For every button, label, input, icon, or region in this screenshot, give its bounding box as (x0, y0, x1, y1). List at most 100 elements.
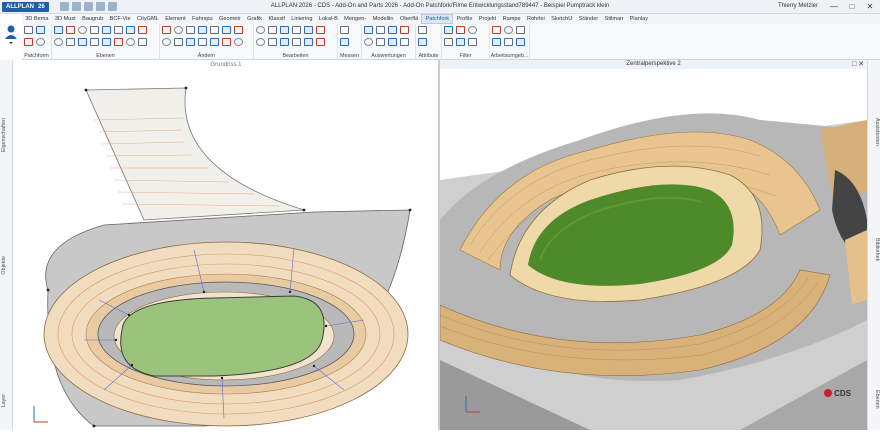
tool-button-icon[interactable] (468, 38, 477, 46)
tool-button-icon[interactable] (126, 38, 135, 46)
tool-button-icon[interactable] (102, 26, 111, 34)
tool-button-icon[interactable] (256, 26, 265, 34)
tool-button-icon[interactable] (376, 26, 385, 34)
levels-panel-tab[interactable]: Ebenen (869, 390, 880, 409)
ribbon-tab[interactable]: Lokal-B (316, 14, 341, 24)
tool-button-icon[interactable] (24, 38, 33, 46)
tool-button-icon[interactable] (54, 38, 63, 46)
ribbon-tab[interactable]: Mengen- (341, 14, 369, 24)
close-viewport-icon[interactable]: ✕ (858, 61, 864, 68)
tool-button-icon[interactable] (162, 38, 171, 46)
ribbon-tab[interactable]: Patchfork (421, 14, 454, 24)
tool-button-icon[interactable] (504, 38, 513, 46)
tool-button-icon[interactable] (66, 38, 75, 46)
ribbon-tab[interactable]: Oberflä (397, 14, 422, 24)
tool-button-icon[interactable] (174, 38, 183, 46)
ribbon-tab[interactable]: Rampe (499, 14, 523, 24)
layer-panel-tab[interactable]: Layer (1, 394, 12, 408)
ribbon-tab[interactable]: Grafik (244, 14, 265, 24)
tool-button-icon[interactable] (340, 38, 349, 46)
tool-button-icon[interactable] (256, 38, 265, 46)
ribbon-tab[interactable]: Projekt (476, 14, 500, 24)
tool-button-icon[interactable] (364, 26, 373, 34)
maximize-icon[interactable]: □ (844, 1, 860, 12)
tool-button-icon[interactable] (364, 38, 373, 46)
tool-button-icon[interactable] (198, 26, 207, 34)
tool-button-icon[interactable] (468, 26, 477, 34)
tool-button-icon[interactable] (222, 38, 231, 46)
minimize-icon[interactable]: — (826, 1, 842, 12)
tool-button-icon[interactable] (516, 38, 525, 46)
tool-button-icon[interactable] (102, 38, 111, 46)
library-panel-tab[interactable]: Bibliothek (869, 238, 880, 261)
ribbon-tab[interactable]: Liniering (288, 14, 316, 24)
ribbon-tab[interactable]: Klassif (265, 14, 288, 24)
tool-button-icon[interactable] (456, 26, 465, 34)
tool-button-icon[interactable] (280, 38, 289, 46)
tool-button-icon[interactable] (90, 38, 99, 46)
tool-button-icon[interactable] (126, 26, 135, 34)
ribbon-tab[interactable]: Element (162, 14, 189, 24)
ribbon-tab[interactable]: Stilman (601, 14, 626, 24)
tool-button-icon[interactable] (456, 38, 465, 46)
tool-button-icon[interactable] (444, 38, 453, 46)
tool-button-icon[interactable] (492, 38, 501, 46)
tool-button-icon[interactable] (66, 26, 75, 34)
user-avatar-icon[interactable] (4, 24, 18, 44)
tool-button-icon[interactable] (234, 38, 243, 46)
tool-button-icon[interactable] (78, 26, 87, 34)
tool-button-icon[interactable] (24, 26, 33, 34)
tool-button-icon[interactable] (444, 26, 453, 34)
tool-button-icon[interactable] (388, 26, 397, 34)
tool-button-icon[interactable] (36, 38, 45, 46)
tool-button-icon[interactable] (304, 26, 313, 34)
tool-button-icon[interactable] (292, 26, 301, 34)
ribbon-tab[interactable]: Planlay (626, 14, 651, 24)
tool-button-icon[interactable] (400, 38, 409, 46)
tool-button-icon[interactable] (90, 26, 99, 34)
tool-button-icon[interactable] (316, 26, 325, 34)
tool-button-icon[interactable] (388, 38, 397, 46)
ribbon-tab[interactable]: Baugrub (79, 14, 107, 24)
tool-button-icon[interactable] (210, 26, 219, 34)
properties-panel-tab[interactable]: Eigenschaften (1, 118, 12, 152)
tool-button-icon[interactable] (400, 26, 409, 34)
tool-button-icon[interactable] (114, 26, 123, 34)
tool-button-icon[interactable] (340, 26, 349, 34)
tool-button-icon[interactable] (376, 38, 385, 46)
tool-button-icon[interactable] (418, 26, 427, 34)
tool-button-icon[interactable] (234, 26, 243, 34)
ribbon-tab[interactable]: 3D Must (52, 14, 79, 24)
tool-button-icon[interactable] (36, 26, 45, 34)
tool-button-icon[interactable] (54, 26, 63, 34)
assistants-panel-tab[interactable]: Assistenten (869, 118, 880, 146)
tool-button-icon[interactable] (186, 38, 195, 46)
tool-button-icon[interactable] (504, 26, 513, 34)
tool-button-icon[interactable] (292, 38, 301, 46)
ribbon-tab[interactable]: BCF-Vie (106, 14, 133, 24)
tool-button-icon[interactable] (304, 38, 313, 46)
restore-icon[interactable]: □ (852, 61, 856, 68)
tool-button-icon[interactable] (138, 26, 147, 34)
tool-button-icon[interactable] (210, 38, 219, 46)
user-name[interactable]: Thierry Metzler (778, 3, 818, 9)
tool-button-icon[interactable] (78, 38, 87, 46)
ribbon-tab[interactable]: CityGML (134, 14, 162, 24)
ribbon-tab[interactable]: Ständer (575, 14, 601, 24)
ribbon-tab[interactable]: SketchU (548, 14, 576, 24)
tool-button-icon[interactable] (222, 26, 231, 34)
ribbon-tab[interactable]: Modellin (369, 14, 396, 24)
tool-button-icon[interactable] (268, 26, 277, 34)
tool-button-icon[interactable] (138, 38, 147, 46)
tool-button-icon[interactable] (316, 38, 325, 46)
tool-button-icon[interactable] (198, 38, 207, 46)
tool-button-icon[interactable] (268, 38, 277, 46)
tool-button-icon[interactable] (174, 26, 183, 34)
close-icon[interactable]: ✕ (862, 1, 878, 12)
tool-button-icon[interactable] (280, 26, 289, 34)
tool-button-icon[interactable] (516, 26, 525, 34)
ribbon-tab[interactable]: Fahrspu (189, 14, 216, 24)
tool-button-icon[interactable] (162, 26, 171, 34)
tool-button-icon[interactable] (492, 26, 501, 34)
tool-button-icon[interactable] (418, 38, 427, 46)
